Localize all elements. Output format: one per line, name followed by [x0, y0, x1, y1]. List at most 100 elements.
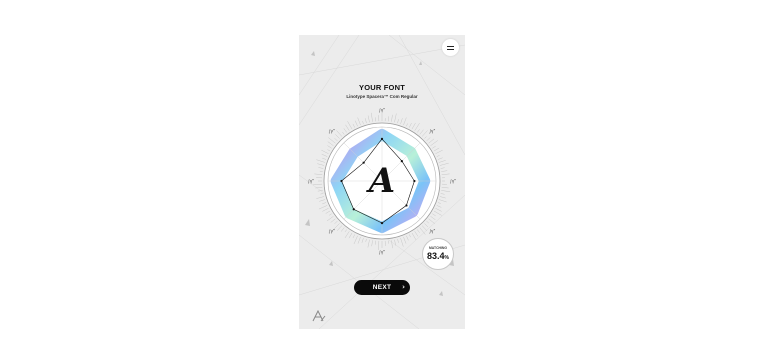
- radar-point: [405, 204, 408, 207]
- tick-mark: [344, 229, 347, 233]
- tick-mark: [436, 205, 442, 208]
- tick-mark: [403, 236, 407, 244]
- tick-mark: [327, 149, 331, 152]
- tick-mark: [437, 157, 443, 160]
- matching-value-wrap: 83.4%: [423, 251, 453, 261]
- tick-mark: [354, 120, 358, 127]
- tick-mark: [343, 128, 347, 133]
- tick-mark: [326, 216, 334, 222]
- tick-mark: [430, 140, 438, 146]
- tick-mark: [440, 193, 445, 195]
- tick-mark: [357, 117, 361, 126]
- tick-mark: [424, 136, 427, 139]
- tick-mark: [406, 235, 409, 241]
- tick-mark: [436, 155, 440, 157]
- tick-mark: [342, 131, 345, 135]
- tick-mark: [353, 235, 358, 245]
- tick-mark: [391, 114, 393, 122]
- tick-mark: [317, 190, 323, 192]
- radar-axis-label: ∫γ“: [429, 128, 436, 133]
- tick-mark: [336, 130, 343, 137]
- tick-mark: [426, 220, 429, 224]
- tick-mark: [364, 118, 367, 124]
- radar-axis-label: ∫γ“: [429, 229, 436, 234]
- brand-logo-icon: [312, 310, 326, 322]
- tick-mark: [424, 223, 429, 228]
- tick-mark: [437, 202, 441, 204]
- hamburger-menu-icon-bar: [447, 49, 454, 51]
- matching-unit: %: [444, 255, 449, 261]
- tick-mark: [439, 160, 446, 163]
- tick-mark: [409, 122, 412, 128]
- matching-value: 83.4: [427, 251, 445, 261]
- tick-mark: [329, 213, 332, 216]
- tick-mark: [433, 210, 442, 216]
- tick-mark: [322, 202, 327, 205]
- tick-mark: [394, 239, 396, 246]
- tick-mark: [409, 234, 411, 238]
- tick-mark: [335, 134, 340, 139]
- tick-mark: [365, 238, 367, 242]
- radar-axis-label: ∫γ“: [379, 108, 386, 113]
- matching-label: MATCHING: [428, 246, 448, 250]
- radar-axis-label: ∫γ“: [329, 229, 336, 234]
- tick-mark: [328, 137, 336, 144]
- tick-mark: [347, 121, 353, 130]
- radar-point: [340, 179, 343, 183]
- tick-mark: [394, 113, 397, 123]
- app-screen: YOUR FONT Linotype Spacera™ Com Regular …: [299, 35, 465, 329]
- tick-mark: [388, 116, 389, 122]
- radar-axis-label: ∫γ“: [308, 179, 315, 184]
- tick-mark: [319, 199, 325, 202]
- tick-mark: [321, 149, 329, 154]
- tick-mark: [348, 232, 353, 239]
- tick-mark: [397, 119, 399, 124]
- tick-mark: [320, 193, 324, 195]
- tick-mark: [318, 167, 324, 169]
- tick-mark: [435, 208, 442, 212]
- radar-point: [362, 161, 365, 164]
- tick-mark: [406, 123, 408, 127]
- tick-mark: [414, 231, 419, 237]
- tick-mark: [352, 123, 355, 128]
- tick-mark: [441, 190, 451, 192]
- tick-mark: [357, 236, 361, 244]
- tick-mark: [322, 208, 329, 212]
- tick-mark: [362, 121, 364, 124]
- tick-mark: [419, 227, 426, 235]
- tick-mark: [371, 112, 373, 122]
- next-button[interactable]: NEXT ›: [354, 280, 410, 295]
- tick-mark: [314, 173, 323, 175]
- tick-mark: [344, 231, 350, 239]
- tick-mark: [426, 137, 431, 142]
- tick-mark: [421, 225, 427, 231]
- tick-mark: [414, 123, 420, 131]
- center-glyph: A: [366, 161, 395, 201]
- tick-mark: [361, 238, 364, 243]
- tick-mark: [327, 145, 332, 149]
- tick-mark: [430, 216, 436, 220]
- radar-point: [380, 137, 384, 140]
- tick-mark: [322, 157, 327, 160]
- tick-mark: [337, 225, 343, 231]
- radar-point: [380, 222, 384, 225]
- tick-mark: [400, 238, 404, 247]
- tick-mark: [432, 145, 436, 149]
- tick-mark: [441, 187, 449, 189]
- tick-mark: [433, 147, 440, 152]
- tick-mark: [371, 240, 373, 247]
- radar-axis-label: ∫γ“: [379, 250, 386, 255]
- hamburger-menu-icon: [447, 46, 454, 48]
- radar-point: [400, 160, 403, 163]
- tick-mark: [340, 227, 345, 232]
- tick-mark: [352, 234, 355, 239]
- tick-mark: [315, 187, 323, 189]
- tick-mark: [367, 239, 370, 248]
- tick-mark: [439, 199, 447, 203]
- tick-mark: [400, 118, 403, 124]
- tick-mark: [325, 210, 331, 214]
- tick-mark: [435, 149, 443, 154]
- tick-mark: [428, 138, 435, 144]
- menu-button[interactable]: [442, 39, 459, 56]
- tick-mark: [441, 170, 448, 172]
